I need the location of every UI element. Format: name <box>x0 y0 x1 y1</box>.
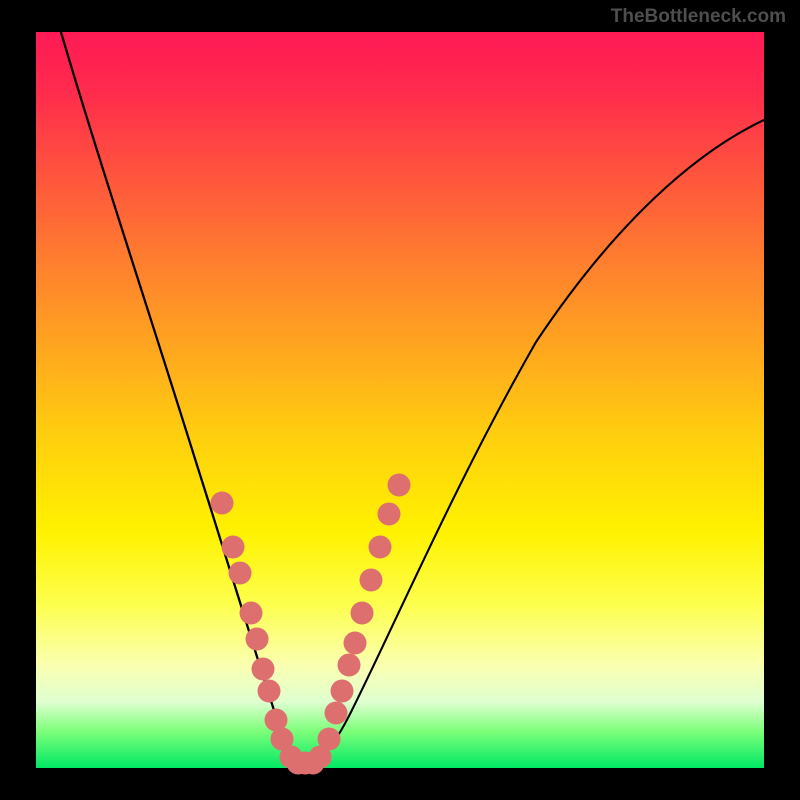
marker-dot <box>387 473 410 496</box>
left-curve <box>58 32 304 767</box>
marker-dot <box>239 602 262 625</box>
marker-dot <box>338 653 361 676</box>
marker-dot <box>221 536 244 559</box>
curve-layer <box>36 32 764 768</box>
marker-dot <box>257 679 280 702</box>
marker-dot <box>252 657 275 680</box>
marker-dot <box>228 561 251 584</box>
marker-dot <box>324 701 347 724</box>
marker-dot <box>368 536 391 559</box>
chart-frame: TheBottleneck.com <box>0 0 800 800</box>
watermark: TheBottleneck.com <box>611 6 786 28</box>
marker-dot <box>317 727 340 750</box>
marker-dot <box>378 503 401 526</box>
marker-dot <box>343 631 366 654</box>
marker-dot <box>330 679 353 702</box>
right-curve <box>304 120 764 767</box>
plot-area <box>36 32 764 768</box>
marker-dot <box>210 492 233 515</box>
marker-dot <box>359 569 382 592</box>
marker-dot <box>351 602 374 625</box>
marker-dot <box>245 628 268 651</box>
